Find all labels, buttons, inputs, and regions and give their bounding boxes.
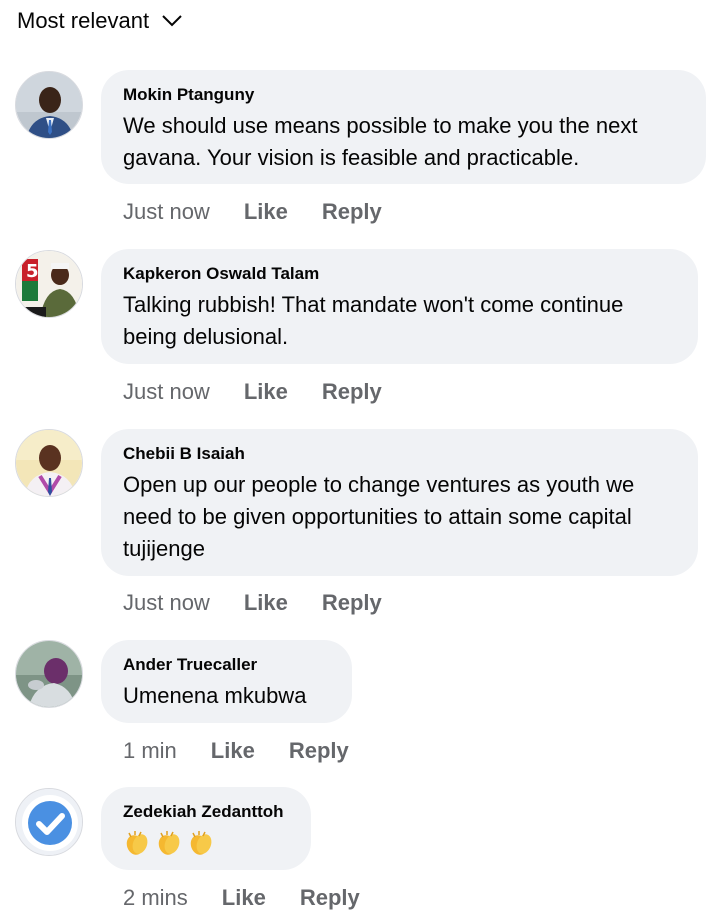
comment-bubble: Chebii B Isaiah Open up our people to ch… [101, 429, 698, 576]
comment-time[interactable]: Just now [123, 379, 210, 405]
comment-actions: 2 mins Like Reply [123, 883, 360, 913]
comment-author[interactable]: Zedekiah Zedanttoh [123, 801, 289, 823]
avatar[interactable] [15, 788, 83, 856]
avatar[interactable]: 5 [15, 250, 83, 318]
reply-button[interactable]: Reply [322, 590, 382, 616]
comment-author[interactable]: Mokin Ptanguny [123, 84, 684, 106]
comment-bubble: Zedekiah Zedanttoh [101, 787, 311, 870]
clapping-hands-icon [126, 831, 148, 855]
comment-time[interactable]: Just now [123, 590, 210, 616]
comment-text: Umenena mkubwa [123, 683, 307, 708]
comment-bubble: Kapkeron Oswald Talam Talking rubbish! T… [101, 249, 698, 364]
like-button[interactable]: Like [211, 738, 255, 764]
like-button[interactable]: Like [244, 590, 288, 616]
like-button[interactable]: Like [244, 199, 288, 225]
comment-author[interactable]: Chebii B Isaiah [123, 443, 676, 465]
comment-actions: Just now Like Reply [123, 588, 382, 618]
reply-button[interactable]: Reply [289, 738, 349, 764]
comment-author[interactable]: Ander Truecaller [123, 654, 330, 676]
comment-text: Open up our people to change ventures as… [123, 472, 635, 561]
clapping-hands-icon [158, 831, 180, 855]
comment-time[interactable]: 2 mins [123, 885, 188, 911]
comment-text: We should use means possible to make you… [123, 113, 638, 170]
avatar[interactable] [15, 640, 83, 708]
comment-actions: Just now Like Reply [123, 197, 382, 227]
comment-actions: 1 min Like Reply [123, 736, 349, 766]
comment-actions: Just now Like Reply [123, 377, 382, 407]
clapping-hands-icon [190, 831, 212, 855]
sort-label: Most relevant [17, 8, 150, 33]
avatar[interactable] [15, 71, 83, 139]
like-button[interactable]: Like [244, 379, 288, 405]
reply-button[interactable]: Reply [322, 199, 382, 225]
reply-button[interactable]: Reply [322, 379, 382, 405]
avatar[interactable] [15, 429, 83, 497]
like-button[interactable]: Like [222, 885, 266, 911]
comment-author[interactable]: Kapkeron Oswald Talam [123, 263, 676, 285]
comment-time[interactable]: 1 min [123, 738, 177, 764]
reply-button[interactable]: Reply [300, 885, 360, 911]
comment-text: Talking rubbish! That mandate won't come… [123, 292, 624, 349]
sort-dropdown[interactable]: Most relevant [17, 6, 183, 36]
comment-bubble: Ander Truecaller Umenena mkubwa [101, 640, 352, 723]
svg-text:5: 5 [26, 261, 39, 282]
comment-emoji-row [123, 829, 289, 857]
comment-time[interactable]: Just now [123, 199, 210, 225]
chevron-down-icon [162, 15, 182, 27]
comment-bubble: Mokin Ptanguny We should use means possi… [101, 70, 706, 184]
